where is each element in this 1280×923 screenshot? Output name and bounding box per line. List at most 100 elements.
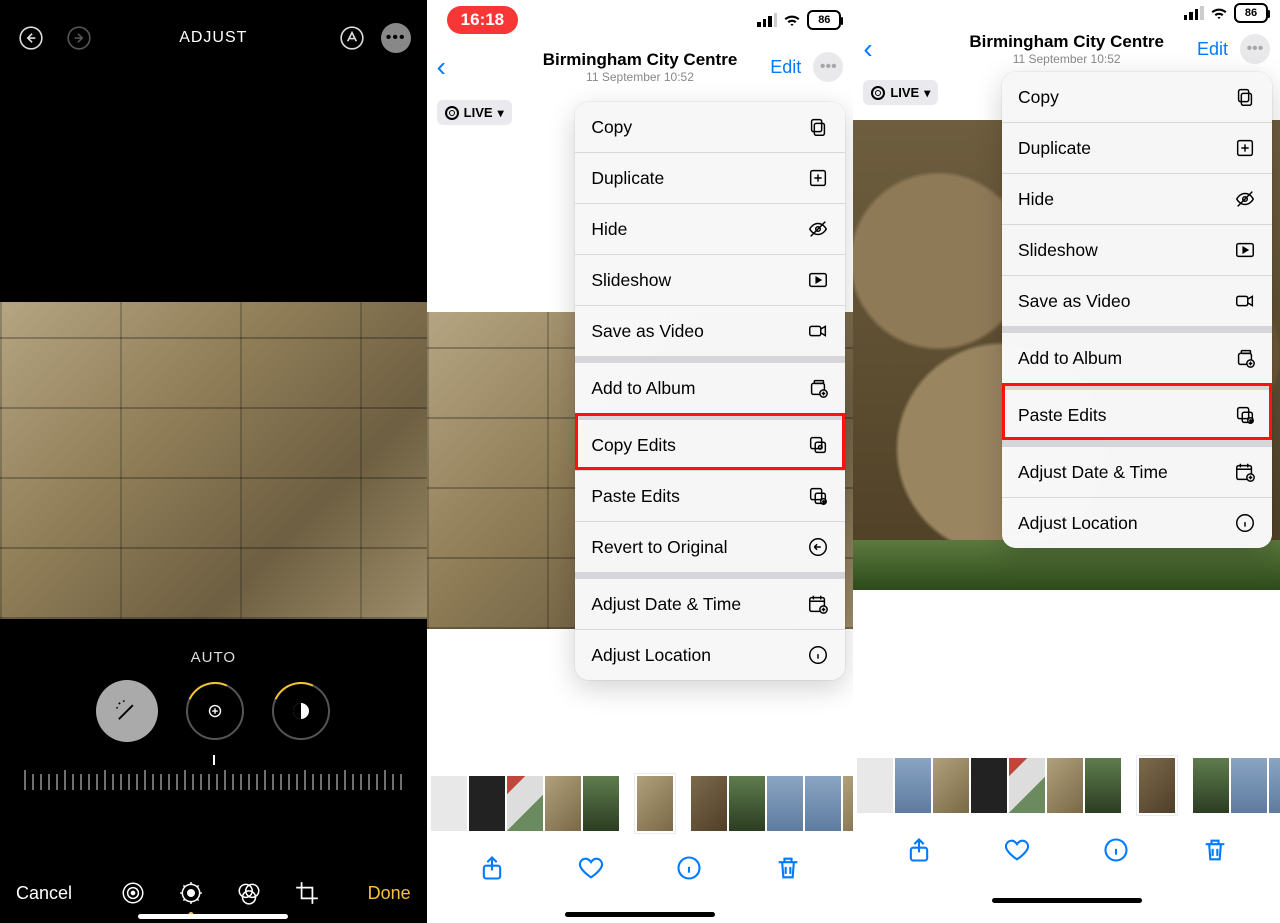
live-label: LIVE [890, 85, 919, 100]
wifi-icon [783, 11, 801, 29]
brilliance-button[interactable] [272, 682, 330, 740]
live-tab-icon[interactable] [119, 879, 147, 907]
cancel-button[interactable]: Cancel [16, 883, 72, 904]
menu-label: Copy [1018, 87, 1059, 108]
menu-label: Adjust Date & Time [591, 594, 741, 615]
filters-tab-icon[interactable] [235, 879, 263, 907]
home-indicator[interactable] [565, 912, 715, 917]
menu-adjust-date-time[interactable]: Adjust Date & Time [575, 572, 845, 629]
thumb[interactable] [431, 776, 467, 831]
thumb[interactable] [971, 758, 1007, 813]
thumb[interactable] [1269, 758, 1280, 813]
menu-label: Add to Album [591, 378, 695, 399]
home-indicator[interactable] [992, 898, 1142, 903]
menu-label: Adjust Date & Time [1018, 462, 1168, 483]
thumb[interactable] [895, 758, 931, 813]
menu-save-as-video[interactable]: Save as Video [1002, 275, 1272, 326]
thumb[interactable] [1231, 758, 1267, 813]
thumb[interactable] [691, 776, 727, 831]
thumb[interactable] [843, 776, 854, 831]
menu-label: Duplicate [591, 168, 664, 189]
thumb[interactable] [1085, 758, 1121, 813]
info-icon[interactable] [675, 854, 703, 882]
auto-enhance-button[interactable] [96, 680, 158, 742]
thumb-current[interactable] [1139, 758, 1175, 813]
menu-save-as-video[interactable]: Save as Video [575, 305, 845, 356]
adjust-slider[interactable] [23, 760, 403, 794]
thumb[interactable] [933, 758, 969, 813]
home-indicator[interactable] [138, 914, 288, 919]
menu-adjust-location[interactable]: Adjust Location [575, 629, 845, 680]
menu-label: Paste Edits [1018, 405, 1107, 426]
nav-title: Birmingham City Centre [427, 50, 854, 70]
info-icon[interactable] [1102, 836, 1130, 864]
crop-tab-icon[interactable] [293, 879, 321, 907]
status-bar: 86 [853, 0, 1280, 24]
done-button[interactable]: Done [368, 883, 411, 904]
menu-revert[interactable]: Revert to Original [575, 521, 845, 572]
thumb[interactable] [583, 776, 619, 831]
menu-label: Save as Video [591, 321, 704, 342]
trash-icon[interactable] [1201, 836, 1229, 864]
play-icon [1234, 239, 1256, 261]
battery-icon: 86 [807, 10, 841, 30]
duplicate-icon [807, 167, 829, 189]
menu-adjust-location[interactable]: Adjust Location [1002, 497, 1272, 548]
menu-hide[interactable]: Hide [575, 203, 845, 254]
screenshot-editor: ADJUST ••• AUTO [0, 0, 427, 923]
nav-subtitle: 11 September 10:52 [427, 70, 854, 84]
signal-icon [1184, 6, 1204, 20]
chevron-down-icon: ▾ [498, 106, 504, 120]
menu-label: Hide [1018, 189, 1054, 210]
thumb[interactable] [805, 776, 841, 831]
menu-slideshow[interactable]: Slideshow [1002, 224, 1272, 275]
menu-duplicate[interactable]: Duplicate [1002, 122, 1272, 173]
menu-add-to-album[interactable]: Add to Album [1002, 326, 1272, 383]
menu-adjust-date-time[interactable]: Adjust Date & Time [1002, 440, 1272, 497]
menu-paste-edits[interactable]: Paste Edits [1002, 383, 1272, 440]
thumbnail-strip[interactable] [853, 758, 1280, 813]
exposure-button[interactable] [186, 682, 244, 740]
editor-bottom-bar: Cancel Done [0, 879, 427, 907]
info-icon [807, 644, 829, 666]
menu-copy[interactable]: Copy [1002, 72, 1272, 122]
share-icon[interactable] [905, 836, 933, 864]
battery-level: 86 [1245, 7, 1257, 19]
thumb[interactable] [507, 776, 543, 831]
thumbnail-strip[interactable] [427, 776, 854, 831]
thumb[interactable] [545, 776, 581, 831]
thumb[interactable] [1047, 758, 1083, 813]
favorite-icon[interactable] [1003, 836, 1031, 864]
share-icon[interactable] [478, 854, 506, 882]
duplicate-icon [1234, 137, 1256, 159]
menu-label: Duplicate [1018, 138, 1091, 159]
menu-add-to-album[interactable]: Add to Album [575, 356, 845, 413]
thumb[interactable] [1009, 758, 1045, 813]
menu-paste-edits[interactable]: Paste Edits [575, 470, 845, 521]
copy-icon [1234, 86, 1256, 108]
thumb[interactable] [729, 776, 765, 831]
copy-edits-icon [807, 434, 829, 456]
menu-hide[interactable]: Hide [1002, 173, 1272, 224]
thumb[interactable] [1193, 758, 1229, 813]
favorite-icon[interactable] [577, 854, 605, 882]
bottom-toolbar [853, 825, 1280, 875]
status-bar: 16:18 86 [427, 0, 854, 40]
trash-icon[interactable] [774, 854, 802, 882]
play-icon [807, 269, 829, 291]
menu-duplicate[interactable]: Duplicate [575, 152, 845, 203]
thumb[interactable] [857, 758, 893, 813]
editor-photo[interactable] [0, 302, 427, 619]
menu-copy[interactable]: Copy [575, 102, 845, 152]
thumb[interactable] [469, 776, 505, 831]
live-badge[interactable]: LIVE ▾ [437, 100, 512, 125]
menu-copy-edits[interactable]: Copy Edits [575, 413, 845, 470]
adjust-tab-icon[interactable] [177, 879, 205, 907]
menu-slideshow[interactable]: Slideshow [575, 254, 845, 305]
thumb[interactable] [767, 776, 803, 831]
wifi-icon [1210, 4, 1228, 22]
thumb-current[interactable] [637, 776, 673, 831]
live-badge[interactable]: LIVE ▾ [863, 80, 938, 105]
editor-top-bar: ADJUST ••• [0, 0, 427, 76]
recording-pill[interactable]: 16:18 [447, 6, 518, 34]
